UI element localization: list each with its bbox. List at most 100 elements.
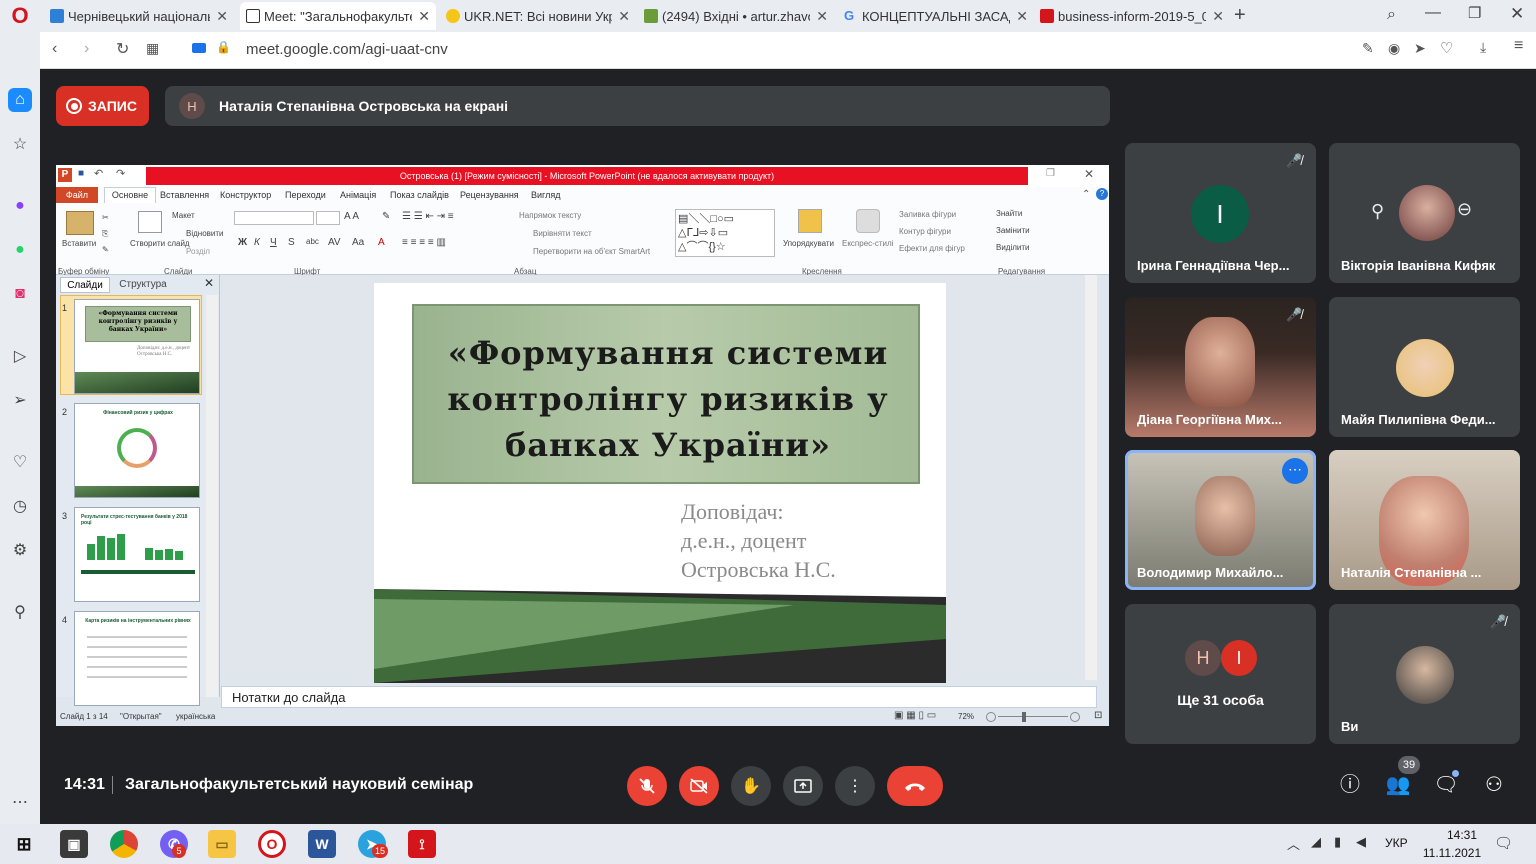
strikethrough-icon[interactable]: abc: [306, 237, 319, 246]
zoom-thumb[interactable]: [1022, 712, 1026, 722]
italic-icon[interactable]: К: [254, 237, 260, 248]
copy-icon[interactable]: ⎘: [102, 229, 108, 239]
quick-styles-button[interactable]: Експрес-стилі: [842, 239, 893, 248]
select-button[interactable]: Виділити: [996, 243, 1030, 252]
tab-mail[interactable]: (2494) Вхідні • artur.zhavor ✕: [638, 2, 834, 30]
arrange-icon[interactable]: [798, 209, 822, 233]
slide-thumbnail-4[interactable]: Карта ризиків на інструментальних рівнях: [74, 611, 200, 706]
bold-icon[interactable]: Ж: [238, 237, 247, 248]
tray-expand-icon[interactable]: ︿: [1287, 834, 1300, 853]
tray-date[interactable]: 11.11.2021: [1420, 846, 1484, 860]
underline-icon[interactable]: Ч: [270, 237, 277, 248]
download-icon[interactable]: ⤓: [1480, 39, 1486, 56]
shapes-gallery[interactable]: ▤＼＼□○▭ △ᒥᒧ⇨⇩▭ △⌒⌒{}☆: [675, 209, 775, 257]
tab-slides[interactable]: Слайди: [60, 277, 110, 293]
chrome-icon[interactable]: [110, 830, 138, 858]
speed-dial-icon[interactable]: ▦: [146, 40, 159, 57]
grow-font-icon[interactable]: A A: [344, 211, 359, 222]
network-icon[interactable]: ◢: [1311, 834, 1321, 850]
windows-start-icon[interactable]: ⊞: [10, 830, 38, 858]
participant-tile[interactable]: 🎤̸ Ви: [1329, 604, 1520, 744]
restore-icon[interactable]: ❐: [1468, 4, 1481, 22]
close-tab-icon[interactable]: ✕: [1212, 8, 1224, 25]
undo-icon[interactable]: ↶: [94, 167, 103, 180]
slide-thumbnail-2[interactable]: Фінансовий ризик у цифрах: [74, 403, 200, 498]
recording-badge[interactable]: ЗАПИС: [56, 86, 149, 126]
participant-tile[interactable]: 🎤̸ Діана Георгіївна Мих...: [1125, 297, 1316, 437]
find-button[interactable]: Знайти: [996, 209, 1022, 218]
cut-icon[interactable]: ✂: [102, 213, 109, 222]
home-icon[interactable]: ⌂: [8, 88, 32, 112]
close-tab-icon[interactable]: ✕: [816, 8, 828, 25]
help-icon[interactable]: ?: [1096, 188, 1108, 200]
zoom-track[interactable]: [998, 716, 1068, 717]
edit-icon[interactable]: ✎: [1362, 40, 1374, 57]
forward-icon[interactable]: ›: [84, 40, 89, 58]
zoom-out-icon[interactable]: [986, 712, 996, 722]
close-tab-icon[interactable]: ✕: [216, 8, 228, 25]
tab-insert[interactable]: Вставлення: [160, 190, 209, 200]
save-icon[interactable]: ■: [78, 168, 84, 179]
minimize-icon[interactable]: —: [1425, 4, 1441, 22]
participant-tile[interactable]: Н І Ще 31 особа: [1125, 604, 1316, 744]
notes-field[interactable]: Нотатки до слайда: [221, 686, 1097, 708]
shadow-icon[interactable]: S: [288, 237, 295, 248]
shape-effects-button[interactable]: Ефекти для фігур: [899, 244, 965, 253]
align-icon[interactable]: ≡ ≡ ≡ ≡ ▥: [402, 237, 446, 248]
zoom-in-icon[interactable]: [1070, 712, 1080, 722]
change-case-icon[interactable]: Aa: [352, 237, 364, 248]
paste-button[interactable]: Вставити: [62, 239, 96, 248]
participant-tile[interactable]: Наталія Степанівна ...: [1329, 450, 1520, 590]
back-icon[interactable]: ‹: [52, 40, 57, 58]
tray-time[interactable]: 14:31: [1432, 828, 1492, 842]
more-icon[interactable]: ⋯: [8, 790, 32, 814]
opera-taskbar-icon[interactable]: O: [258, 830, 286, 858]
text-direction-button[interactable]: Напрямок тексту: [519, 211, 581, 220]
current-slide[interactable]: «Формування системи контролінгу ризиків …: [374, 283, 946, 683]
tab-animations[interactable]: Анімація: [340, 190, 376, 200]
bullets-icon[interactable]: ☰ ☰ ⇤ ⇥ ≡: [402, 211, 454, 222]
tab-transitions[interactable]: Переходи: [285, 190, 326, 200]
info-icon[interactable]: ⓘ: [1337, 772, 1363, 798]
star-icon[interactable]: ☆: [8, 132, 32, 156]
lock-icon[interactable]: 🔒: [216, 40, 231, 54]
font-name-select[interactable]: [234, 211, 314, 225]
close-tab-icon[interactable]: ✕: [418, 8, 430, 25]
tab-outline[interactable]: Структура: [114, 277, 172, 293]
tab-file[interactable]: Файл: [56, 187, 98, 203]
volume-icon[interactable]: ◀: [1356, 834, 1366, 850]
fit-window-icon[interactable]: ⊡: [1094, 710, 1102, 721]
slide-thumbnail-3[interactable]: Результати стрес-тестування банків у 201…: [74, 507, 200, 602]
tab-view[interactable]: Вигляд: [531, 190, 561, 200]
close-icon[interactable]: ✕: [1084, 167, 1094, 181]
shape-outline-button[interactable]: Контур фігури: [899, 227, 951, 236]
new-slide-icon[interactable]: [138, 211, 162, 233]
opera-logo-icon[interactable]: O: [8, 4, 32, 28]
close-window-icon[interactable]: ✕: [1510, 4, 1524, 24]
shape-fill-button[interactable]: Заливка фігури: [899, 210, 956, 219]
canvas-scrollbar[interactable]: [1085, 275, 1097, 680]
bookmark-heart-icon[interactable]: ♡: [1440, 39, 1453, 57]
player-icon[interactable]: ▷: [8, 344, 32, 368]
clear-format-icon[interactable]: ✎: [382, 211, 390, 222]
tab-review[interactable]: Рецензування: [460, 190, 519, 200]
participant-tile[interactable]: ⋯ Володимир Михайло...: [1125, 450, 1316, 590]
url-field[interactable]: meet.google.com/agi-uaat-cnv: [246, 41, 448, 58]
reset-button[interactable]: Відновити: [186, 229, 224, 238]
tab-design[interactable]: Конструктор: [220, 190, 271, 200]
tab-slideshow[interactable]: Показ слайдів: [390, 190, 449, 200]
store-icon[interactable]: ▣: [60, 830, 88, 858]
ribbon-collapse-icon[interactable]: ⌃: [1082, 189, 1090, 200]
tab-google-search[interactable]: G КОНЦЕПТУАЛЬНІ ЗАСАДИ ✕: [838, 2, 1034, 30]
camera-toggle-button[interactable]: [679, 766, 719, 806]
new-tab-icon[interactable]: +: [1234, 4, 1246, 27]
notifications-icon[interactable]: 🗨: [1494, 834, 1513, 852]
tab-meet[interactable]: Meet: "Загальнофакультет ✕: [240, 2, 436, 30]
snapshot-icon[interactable]: ◉: [1388, 40, 1400, 57]
restore-icon[interactable]: ❐: [1046, 168, 1055, 179]
send-icon[interactable]: ➢: [8, 388, 32, 412]
activities-icon[interactable]: ⚇: [1481, 772, 1507, 798]
pin-icon[interactable]: ⚲: [1371, 201, 1384, 222]
raise-hand-button[interactable]: ✋: [731, 766, 771, 806]
participant-tile[interactable]: 🎤̸ І Ірина Геннадіївна Чер...: [1125, 143, 1316, 283]
